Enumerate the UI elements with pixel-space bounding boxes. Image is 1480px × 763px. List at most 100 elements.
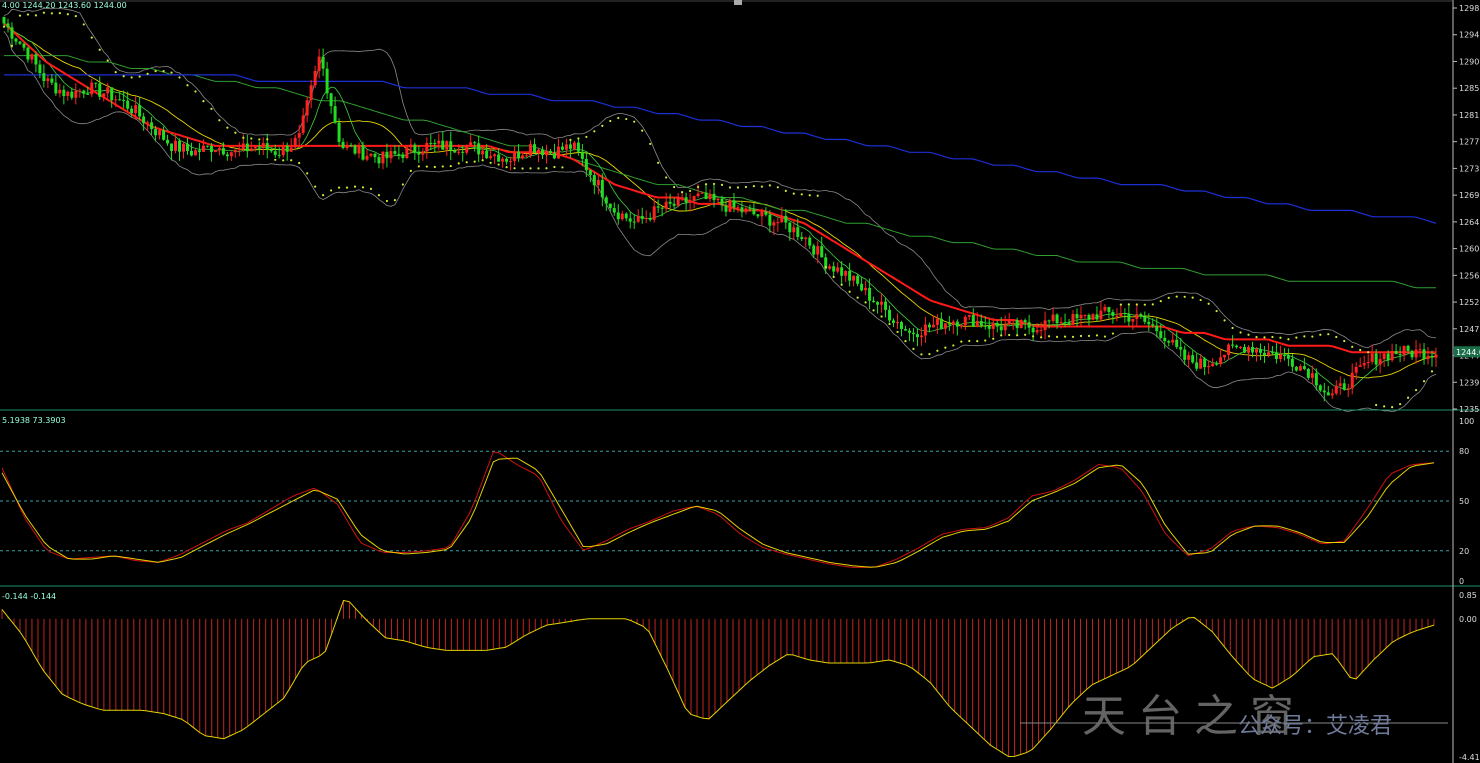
candle-body	[1362, 363, 1366, 366]
candle-body	[1159, 331, 1163, 338]
candle-body	[1414, 349, 1418, 358]
candle-body	[433, 143, 437, 145]
candle-body	[564, 144, 568, 150]
candle-body	[612, 208, 616, 213]
candle-body	[1163, 337, 1167, 342]
price-tick-label: 1269.0	[1459, 191, 1480, 200]
sar-dot	[529, 167, 532, 170]
candle-body	[1187, 355, 1191, 360]
candle-body	[369, 153, 373, 156]
candle-body	[967, 315, 971, 317]
candle-body	[497, 154, 501, 162]
sar-dot	[282, 159, 285, 162]
candle-body	[1374, 353, 1378, 365]
candle-body	[987, 326, 991, 329]
candle-body	[892, 320, 896, 323]
sar-dot	[673, 185, 676, 189]
candle-body	[931, 324, 935, 328]
candle-body	[963, 316, 967, 326]
candle-body	[1203, 358, 1207, 368]
candle-body	[915, 334, 919, 338]
candle-body	[397, 153, 401, 155]
candle-body	[668, 201, 672, 204]
sar-dot	[1311, 335, 1314, 338]
candle-body	[1067, 322, 1071, 325]
candle-body	[170, 143, 174, 151]
candle-body	[788, 222, 792, 233]
candle-body	[30, 54, 34, 60]
candle-body	[1350, 372, 1354, 389]
candle-body	[114, 99, 118, 101]
candle-body	[405, 147, 409, 159]
sar-dot	[473, 160, 476, 163]
candle-body	[337, 122, 341, 142]
sar-dot	[1414, 388, 1418, 392]
sar-dot	[992, 337, 995, 340]
sar-dot	[42, 11, 45, 14]
candle-body	[425, 142, 429, 152]
candle-body	[808, 237, 812, 246]
sar-dot	[1095, 334, 1099, 337]
candle-body	[485, 150, 489, 159]
candle-body	[588, 170, 592, 176]
macd-tick-label: -4.41	[1459, 753, 1480, 762]
sar-dot	[768, 184, 771, 187]
sar-dot	[1215, 309, 1218, 313]
sar-dot	[1239, 331, 1242, 334]
sar-dot	[880, 315, 883, 318]
candle-body	[209, 145, 213, 153]
candle-body	[10, 27, 14, 39]
candle-body	[648, 217, 652, 220]
sar-dot	[1055, 335, 1059, 339]
sar-dot	[657, 161, 660, 164]
candle-body	[1011, 320, 1015, 322]
candle-body	[150, 122, 154, 130]
sar-dot	[1367, 351, 1370, 354]
candle-body	[664, 201, 668, 209]
sar-dot	[1032, 335, 1035, 338]
watermark-account: 公众号：艾凌君	[1238, 714, 1393, 739]
candle-body	[1123, 312, 1127, 315]
candle-body	[868, 287, 872, 301]
candle-body	[923, 324, 927, 336]
candle-body	[1243, 347, 1247, 353]
candle-body	[1382, 353, 1386, 360]
candle-body	[1306, 368, 1310, 378]
candle-body	[1143, 316, 1147, 322]
sar-dot	[1071, 335, 1075, 338]
candle-body	[1019, 320, 1023, 329]
sar-dot	[784, 189, 787, 192]
candle-body	[1071, 314, 1075, 325]
sar-dot	[1383, 405, 1386, 408]
sar-dot	[457, 162, 460, 165]
sar-dot	[114, 71, 117, 74]
candle-body	[848, 271, 852, 281]
candle-body	[820, 246, 824, 258]
sar-dot	[816, 194, 819, 197]
candle-body	[1107, 307, 1111, 313]
candle-body	[225, 154, 229, 157]
candle-body	[572, 142, 576, 149]
candle-body	[1326, 392, 1330, 396]
candle-body	[82, 90, 86, 94]
candle-body	[592, 175, 596, 186]
price-tick-label: 1277.4	[1459, 138, 1480, 147]
candle-body	[54, 82, 58, 94]
candle-body	[1147, 321, 1151, 325]
candle-body	[959, 325, 963, 327]
candle-body	[1047, 320, 1051, 322]
candle-body	[784, 215, 788, 223]
candle-body	[489, 156, 493, 159]
candle-body	[616, 212, 620, 220]
candle-body	[1378, 359, 1382, 365]
price-tick-label: 1235.2	[1459, 405, 1480, 414]
candle-body	[975, 320, 979, 327]
candle-body	[1191, 355, 1195, 363]
candle-body	[660, 207, 664, 209]
candle-body	[1179, 347, 1183, 350]
candle-body	[377, 157, 381, 164]
candle-body	[261, 143, 265, 148]
sar-dot	[433, 165, 436, 169]
candle-body	[1386, 353, 1390, 361]
scroll-handle[interactable]	[734, 0, 742, 5]
